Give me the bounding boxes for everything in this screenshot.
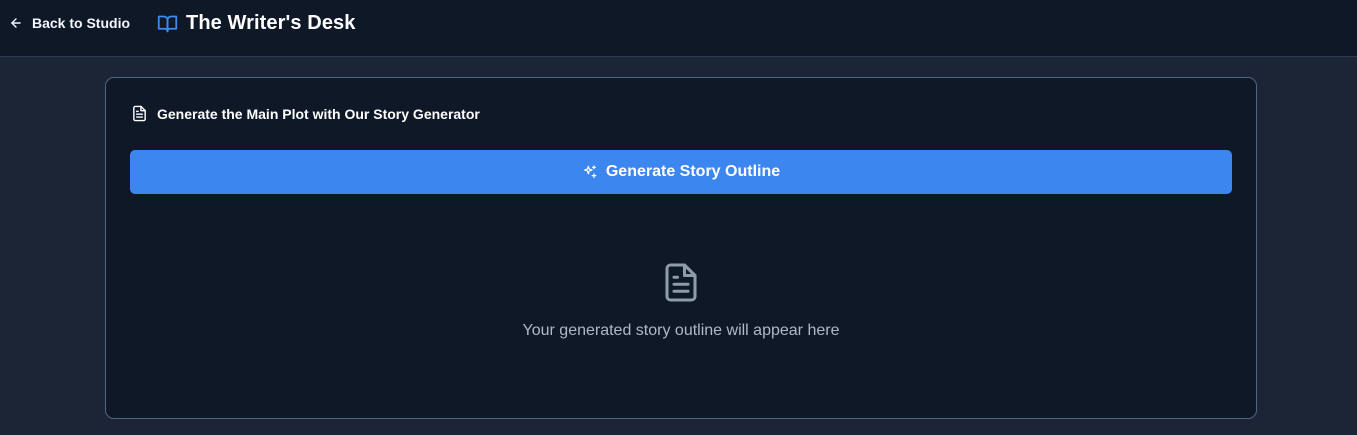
back-link-label: Back to Studio	[32, 15, 131, 31]
app-brand: The Writer's Desk	[157, 10, 355, 36]
generate-story-outline-button[interactable]: Generate Story Outline	[130, 150, 1232, 194]
back-to-studio-link[interactable]: Back to Studio	[9, 13, 130, 33]
top-navigation-bar: Back to Studio The Writer's Desk	[0, 0, 1357, 57]
generate-button-label: Generate Story Outline	[605, 163, 781, 180]
empty-state-message: Your generated story outline will appear…	[522, 322, 840, 339]
sparkles-icon	[582, 164, 598, 180]
document-icon	[131, 105, 148, 122]
panel-header: Generate the Main Plot with Our Story Ge…	[131, 105, 480, 122]
plot-generator-panel: Generate the Main Plot with Our Story Ge…	[105, 77, 1257, 419]
panel-title: Generate the Main Plot with Our Story Ge…	[157, 105, 480, 122]
app-title: The Writer's Desk	[186, 11, 356, 34]
empty-document-icon	[106, 260, 1256, 305]
book-open-icon	[157, 13, 178, 34]
empty-state: Your generated story outline will appear…	[106, 260, 1256, 344]
arrow-left-icon	[9, 16, 23, 30]
